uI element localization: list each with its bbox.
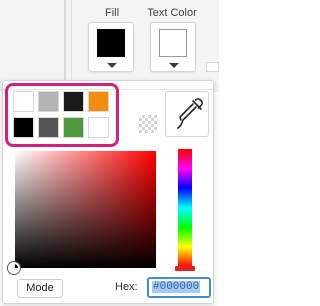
swatch-white[interactable] [13,91,34,112]
saturation-brightness-field[interactable] [15,151,156,268]
fill-color-swatch [97,29,125,57]
hue-slider-handle[interactable] [175,266,195,271]
swatch-orange[interactable] [88,91,109,112]
swatch-green[interactable] [63,117,84,138]
eyedropper-button[interactable] [165,91,209,137]
eyedropper-icon [177,98,203,129]
text-color-label: Text Color [147,7,197,19]
panel-divider-secondary [71,0,72,92]
swatch-dark-gray[interactable] [38,117,59,138]
hue-slider[interactable] [178,149,192,267]
color-palette [5,83,119,147]
hex-label: Hex: [115,281,138,293]
fill-dropdown-icon [107,63,117,68]
mode-button[interactable]: Mode [17,279,63,298]
hex-value: #000000 [152,281,201,293]
color-picker-popup: Mode Hex: #000000 [2,80,214,304]
next-toolbar-button-partial[interactable] [206,62,219,72]
swatch-near-black[interactable] [63,91,84,112]
canvas-area [0,0,64,92]
swatch-white-2[interactable] [88,117,109,138]
fill-label: Fill [104,7,120,19]
hex-input[interactable]: #000000 [147,277,211,298]
swatch-light-gray[interactable] [38,91,59,112]
swatch-black[interactable] [13,117,34,138]
text-color-swatch [159,29,187,57]
text-color-dropdown-icon [169,63,179,68]
panel-divider [64,0,66,92]
transparent-checker-icon[interactable] [139,115,157,133]
color-field-cursor[interactable] [8,262,20,274]
text-color-button[interactable] [150,22,196,72]
fill-color-button[interactable] [88,22,134,72]
